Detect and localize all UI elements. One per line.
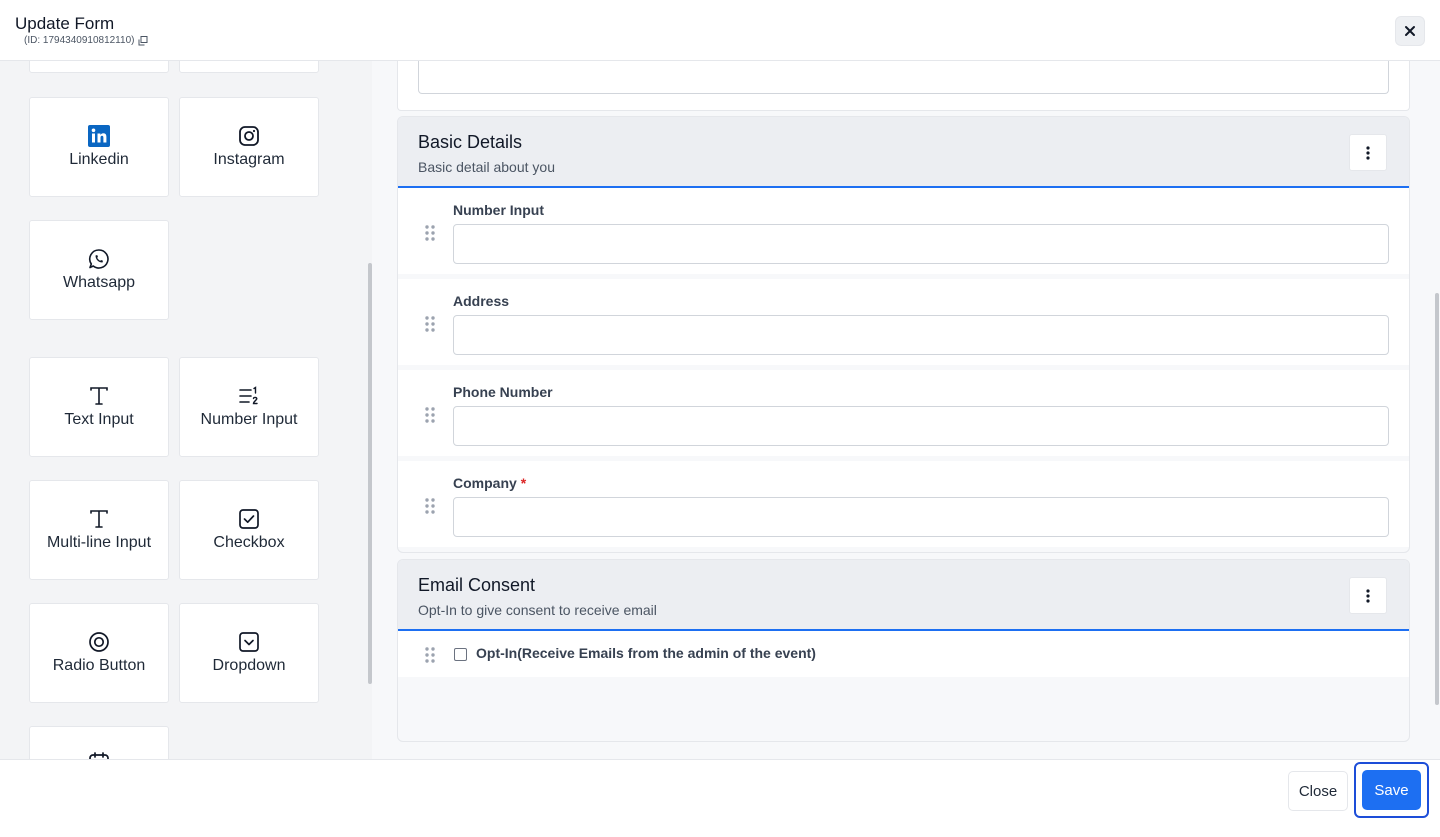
- form-field-company: Company *: [398, 461, 1409, 547]
- drag-handle-icon[interactable]: [424, 224, 436, 242]
- form-field-opt-in: Opt-In(Receive Emails from the admin of …: [398, 631, 1409, 677]
- opt-in-label: Opt-In(Receive Emails from the admin of …: [476, 645, 816, 661]
- palette-tile-label: Text Input: [64, 411, 134, 428]
- palette-tile-multiline-input[interactable]: Multi-line Input: [29, 480, 169, 580]
- palette-tile-number-input[interactable]: Number Input: [179, 357, 319, 457]
- copy-icon[interactable]: [138, 35, 148, 46]
- field-label: Company *: [453, 475, 526, 491]
- phone-number-field[interactable]: [453, 406, 1389, 446]
- palette-tile-label: Whatsapp: [62, 274, 136, 291]
- dialog-footer: Close Save: [0, 759, 1440, 837]
- previous-section: [397, 61, 1410, 111]
- close-dialog-button[interactable]: [1395, 16, 1425, 46]
- number-input-field[interactable]: [453, 224, 1389, 264]
- form-canvas: Basic Details Basic detail about you Num…: [372, 61, 1440, 759]
- palette-tile-whatsapp[interactable]: Whatsapp: [29, 220, 169, 320]
- palette-tile-date[interactable]: [29, 726, 169, 759]
- palette-tile-linkedin[interactable]: Linkedin: [29, 97, 169, 197]
- dialog-title: Update Form: [15, 14, 115, 33]
- section-menu-button[interactable]: [1349, 134, 1387, 171]
- palette-tile-label: Number Input: [200, 411, 298, 428]
- field-label: Phone Number: [453, 384, 553, 400]
- field-label-text: Company: [453, 475, 517, 491]
- calendar-icon: [88, 751, 110, 759]
- form-id-text: (ID: 1794340910812110): [24, 35, 135, 46]
- canvas-scrollbar-thumb[interactable]: [1435, 293, 1439, 705]
- close-icon: [1405, 26, 1415, 36]
- form-field-number-input: Number Input: [398, 188, 1409, 274]
- palette-tile-label: Radio Button: [52, 657, 146, 674]
- palette-tile-label: Dropdown: [212, 657, 286, 674]
- form-field-address: Address: [398, 279, 1409, 365]
- section-email-consent: Email Consent Opt-In to give consent to …: [397, 559, 1410, 742]
- text-icon: [88, 508, 110, 530]
- radio-icon: [88, 631, 110, 653]
- form-id: (ID: 1794340910812110): [24, 35, 148, 46]
- drag-handle-icon[interactable]: [424, 646, 436, 664]
- close-button[interactable]: Close: [1288, 771, 1348, 811]
- instagram-icon: [238, 125, 260, 147]
- dropdown-icon: [238, 631, 260, 653]
- palette-tile-instagram[interactable]: Instagram: [179, 97, 319, 197]
- palette-tile-dropdown[interactable]: Dropdown: [179, 603, 319, 703]
- section-description: Opt-In to give consent to receive email: [418, 602, 657, 618]
- field-label: Number Input: [453, 202, 544, 218]
- drag-handle-icon[interactable]: [424, 315, 436, 333]
- section-title: Email Consent: [418, 575, 536, 595]
- save-button[interactable]: Save: [1362, 770, 1421, 810]
- linkedin-icon: [88, 125, 110, 147]
- palette-tile-text-input[interactable]: Text Input: [29, 357, 169, 457]
- section-title: Basic Details: [418, 132, 523, 152]
- whatsapp-icon: [88, 248, 110, 270]
- section-description: Basic detail about you: [418, 159, 555, 175]
- section-basic-details: Basic Details Basic detail about you Num…: [397, 116, 1410, 553]
- palette-tile-partial[interactable]: [179, 61, 319, 73]
- section-header: Email Consent Opt-In to give consent to …: [398, 560, 1409, 631]
- opt-in-checkbox[interactable]: [454, 648, 467, 661]
- palette-tile-label: Instagram: [213, 151, 285, 168]
- field-palette: Linkedin Instagram Whatsapp Text Input N…: [0, 61, 372, 759]
- palette-tile-radio-button[interactable]: Radio Button: [29, 603, 169, 703]
- palette-tile-label: Checkbox: [213, 534, 285, 551]
- previous-field-input[interactable]: [418, 61, 1389, 94]
- checkbox-icon: [238, 508, 260, 530]
- palette-tile-checkbox[interactable]: Checkbox: [179, 480, 319, 580]
- more-vertical-icon: [1366, 145, 1370, 160]
- more-vertical-icon: [1366, 588, 1370, 603]
- company-field[interactable]: [453, 497, 1389, 537]
- section-menu-button[interactable]: [1349, 577, 1387, 614]
- dialog-header: Update Form (ID: 1794340910812110): [0, 0, 1440, 61]
- number-list-icon: [238, 385, 260, 407]
- drag-handle-icon[interactable]: [424, 497, 436, 515]
- palette-tile-label: Linkedin: [69, 151, 129, 168]
- drag-handle-icon[interactable]: [424, 406, 436, 424]
- required-marker: *: [520, 475, 527, 491]
- text-icon: [88, 385, 110, 407]
- section-header: Basic Details Basic detail about you: [398, 117, 1409, 188]
- palette-tile-label: Multi-line Input: [46, 534, 152, 551]
- form-field-phone-number: Phone Number: [398, 370, 1409, 456]
- palette-tile-partial[interactable]: [29, 61, 169, 73]
- address-field[interactable]: [453, 315, 1389, 355]
- field-label: Address: [453, 293, 510, 309]
